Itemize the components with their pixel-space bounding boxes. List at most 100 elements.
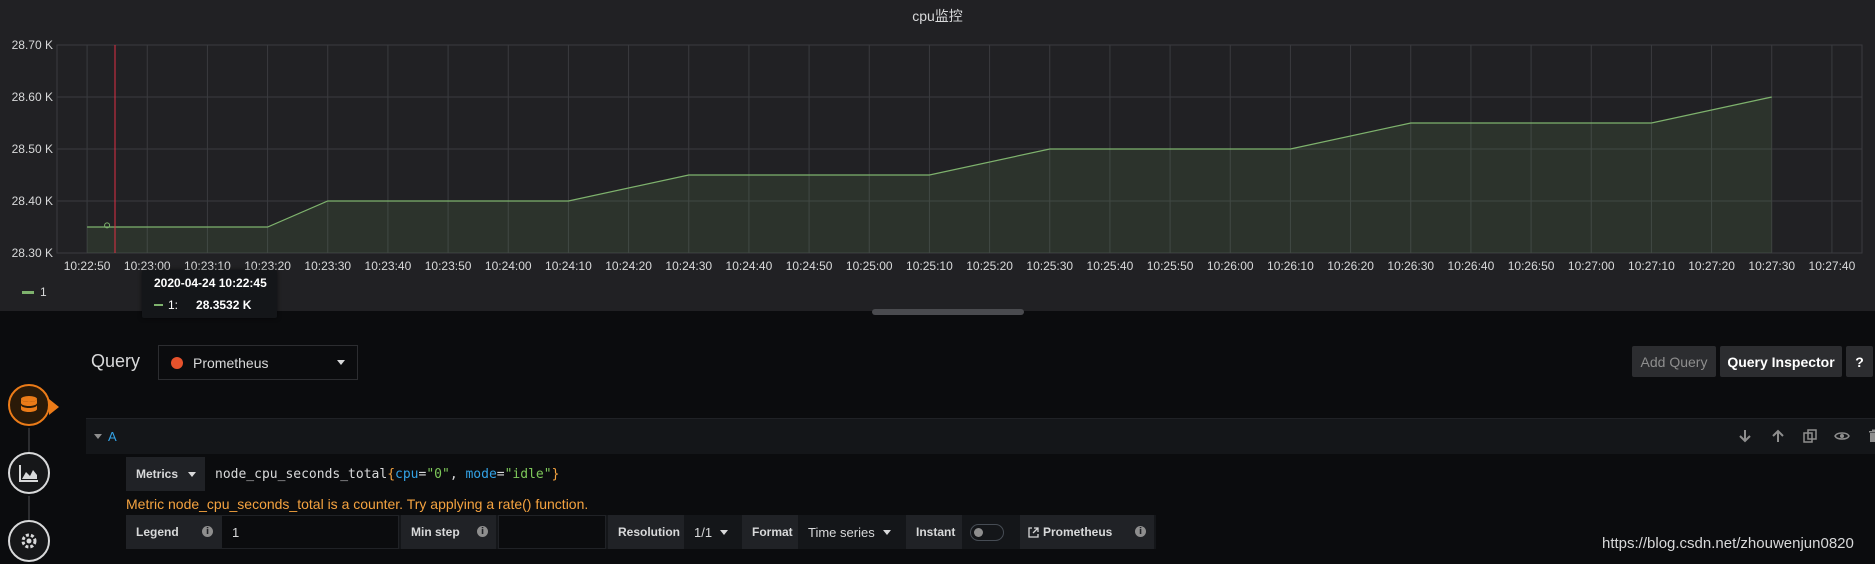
expr-eq: = (418, 466, 427, 482)
arrow-down-icon (1739, 430, 1751, 443)
expr-separator: , (449, 466, 466, 482)
expr-brace-close: } (551, 466, 560, 482)
legend-format-label: Legend i (126, 515, 221, 549)
x-tick-label: 10:24:50 (786, 259, 833, 273)
rail-connector (28, 496, 30, 520)
resolution-select[interactable]: 1/1 (684, 515, 740, 549)
format-label: Format (742, 515, 798, 549)
y-tick-label: 28.40 K (12, 194, 53, 208)
tooltip-swatch (154, 304, 163, 306)
x-tick-label: 10:26:50 (1508, 259, 1555, 273)
min-step-text: Min step (411, 525, 460, 539)
x-tick-label: 10:27:30 (1748, 259, 1795, 273)
resolution-value: 1/1 (694, 524, 713, 540)
tooltip-value: 28.3532 K (196, 298, 252, 312)
help-button[interactable]: ? (1846, 346, 1873, 377)
add-query-button[interactable]: Add Query (1632, 346, 1716, 377)
x-tick-label: 10:26:10 (1267, 259, 1314, 273)
query-row-header: A (86, 418, 1875, 454)
datasource-link[interactable]: Prometheus i (1020, 515, 1154, 549)
expr-eq: = (496, 466, 505, 482)
x-tick-label: 10:23:30 (304, 259, 351, 273)
y-tick-label: 28.70 K (12, 38, 53, 52)
tooltip-series: 1: (168, 298, 179, 312)
y-tick-label: 28.60 K (12, 90, 53, 104)
x-tick-label: 10:25:10 (906, 259, 953, 273)
legend-series-label[interactable]: 1 (40, 285, 47, 299)
arrow-up-icon (1772, 429, 1784, 442)
eye-icon (1834, 432, 1850, 440)
y-tick-label: 28.50 K (12, 142, 53, 156)
x-tick-label: 10:26:30 (1387, 259, 1434, 273)
x-tick-label: 10:25:20 (966, 259, 1013, 273)
cpu-chart[interactable]: 28.70 K 28.60 K 28.50 K 28.40 K 28.30 K 10:22… (0, 0, 1875, 311)
x-tick-label: 10:26:20 (1327, 259, 1374, 273)
x-tick-label: 10:27:20 (1688, 259, 1735, 273)
query-collapse-toggle[interactable]: A (94, 429, 117, 444)
info-icon[interactable]: i (1135, 526, 1146, 537)
counter-warning: Metric node_cpu_seconds_total is a count… (126, 496, 589, 512)
chevron-down-icon (188, 471, 197, 477)
toggle-knob (974, 528, 983, 537)
y-tick-label: 28.30 K (12, 246, 53, 260)
query-inspector-button[interactable]: Query Inspector (1720, 346, 1842, 377)
gear-icon (21, 533, 37, 549)
x-tick-label: 10:24:20 (605, 259, 652, 273)
format-select[interactable]: Time series (798, 515, 904, 549)
datasource-link-text: Prometheus (1043, 525, 1113, 539)
x-tick-label: 10:25:00 (846, 259, 893, 273)
format-value: Time series (808, 524, 875, 540)
label-key-cpu: cpu (395, 466, 419, 482)
metrics-dropdown[interactable]: Metrics (126, 457, 205, 491)
caret-down-icon (94, 434, 102, 439)
panel-resize-handle[interactable] (872, 309, 1024, 315)
metric-name: node_cpu_seconds_total (215, 466, 388, 482)
info-icon[interactable]: i (477, 526, 488, 537)
database-icon (21, 396, 37, 412)
min-step-label: Min step i (401, 515, 496, 549)
legend-format-input[interactable]: 1 (221, 515, 399, 549)
toggle-visibility-button[interactable] (1833, 427, 1851, 445)
legend[interactable]: 1 (22, 285, 47, 299)
min-step-input[interactable] (498, 515, 606, 549)
tooltip-row: 1: 28.3532 K (154, 298, 251, 312)
move-up-button[interactable] (1769, 427, 1787, 445)
expr-brace-open: { (387, 466, 396, 482)
chevron-down-icon (720, 529, 729, 535)
trash-icon (1869, 429, 1875, 442)
resolution-label: Resolution (608, 515, 684, 549)
x-tick-label: 10:25:40 (1087, 259, 1134, 273)
x-tick-label: 10:24:00 (485, 259, 532, 273)
x-tick-label: 10:23:40 (365, 259, 412, 273)
label-value-cpu: "0" (426, 466, 450, 482)
x-tick-label: 10:24:30 (665, 259, 712, 273)
graph-panel: cpu监控 28.70 K 28.60 K 28.50 K 28.40 K 28.30 … (0, 0, 1875, 318)
x-tick-label: 10:23:50 (425, 259, 472, 273)
general-settings-tab-icon[interactable] (8, 520, 50, 562)
label-value-mode: "idle" (504, 466, 552, 482)
datasource-picker[interactable]: Prometheus (158, 345, 358, 380)
x-tick-label: 10:25:30 (1026, 259, 1073, 273)
remove-query-button[interactable] (1865, 427, 1875, 445)
graph-tooltip: 2020-04-24 10:22:45 1: 28.3532 K (142, 270, 277, 318)
move-down-button[interactable] (1736, 427, 1754, 445)
x-tick-label: 10:27:10 (1628, 259, 1675, 273)
metrics-label: Metrics (136, 467, 179, 481)
duplicate-query-button[interactable] (1801, 427, 1819, 445)
promql-query-input[interactable]: node_cpu_seconds_total{cpu = "0", mode = "id… (205, 457, 1875, 491)
visualization-tab-icon[interactable] (8, 452, 50, 494)
copy-icon (1803, 429, 1817, 443)
instant-label: Instant (906, 515, 962, 549)
prometheus-icon (171, 356, 183, 369)
x-tick-label: 10:24:10 (545, 259, 592, 273)
area-chart-icon (19, 465, 38, 482)
info-icon[interactable]: i (202, 526, 213, 537)
tooltip-time: 2020-04-24 10:22:45 (154, 276, 267, 290)
queries-tab-icon[interactable] (8, 384, 59, 426)
x-tick-label: 10:24:40 (726, 259, 773, 273)
datasource-name: Prometheus (193, 354, 269, 371)
instant-toggle[interactable] (970, 524, 1004, 541)
chevron-down-icon (882, 529, 891, 535)
x-tick-label: 10:25:50 (1147, 259, 1194, 273)
chevron-down-icon (337, 360, 345, 365)
